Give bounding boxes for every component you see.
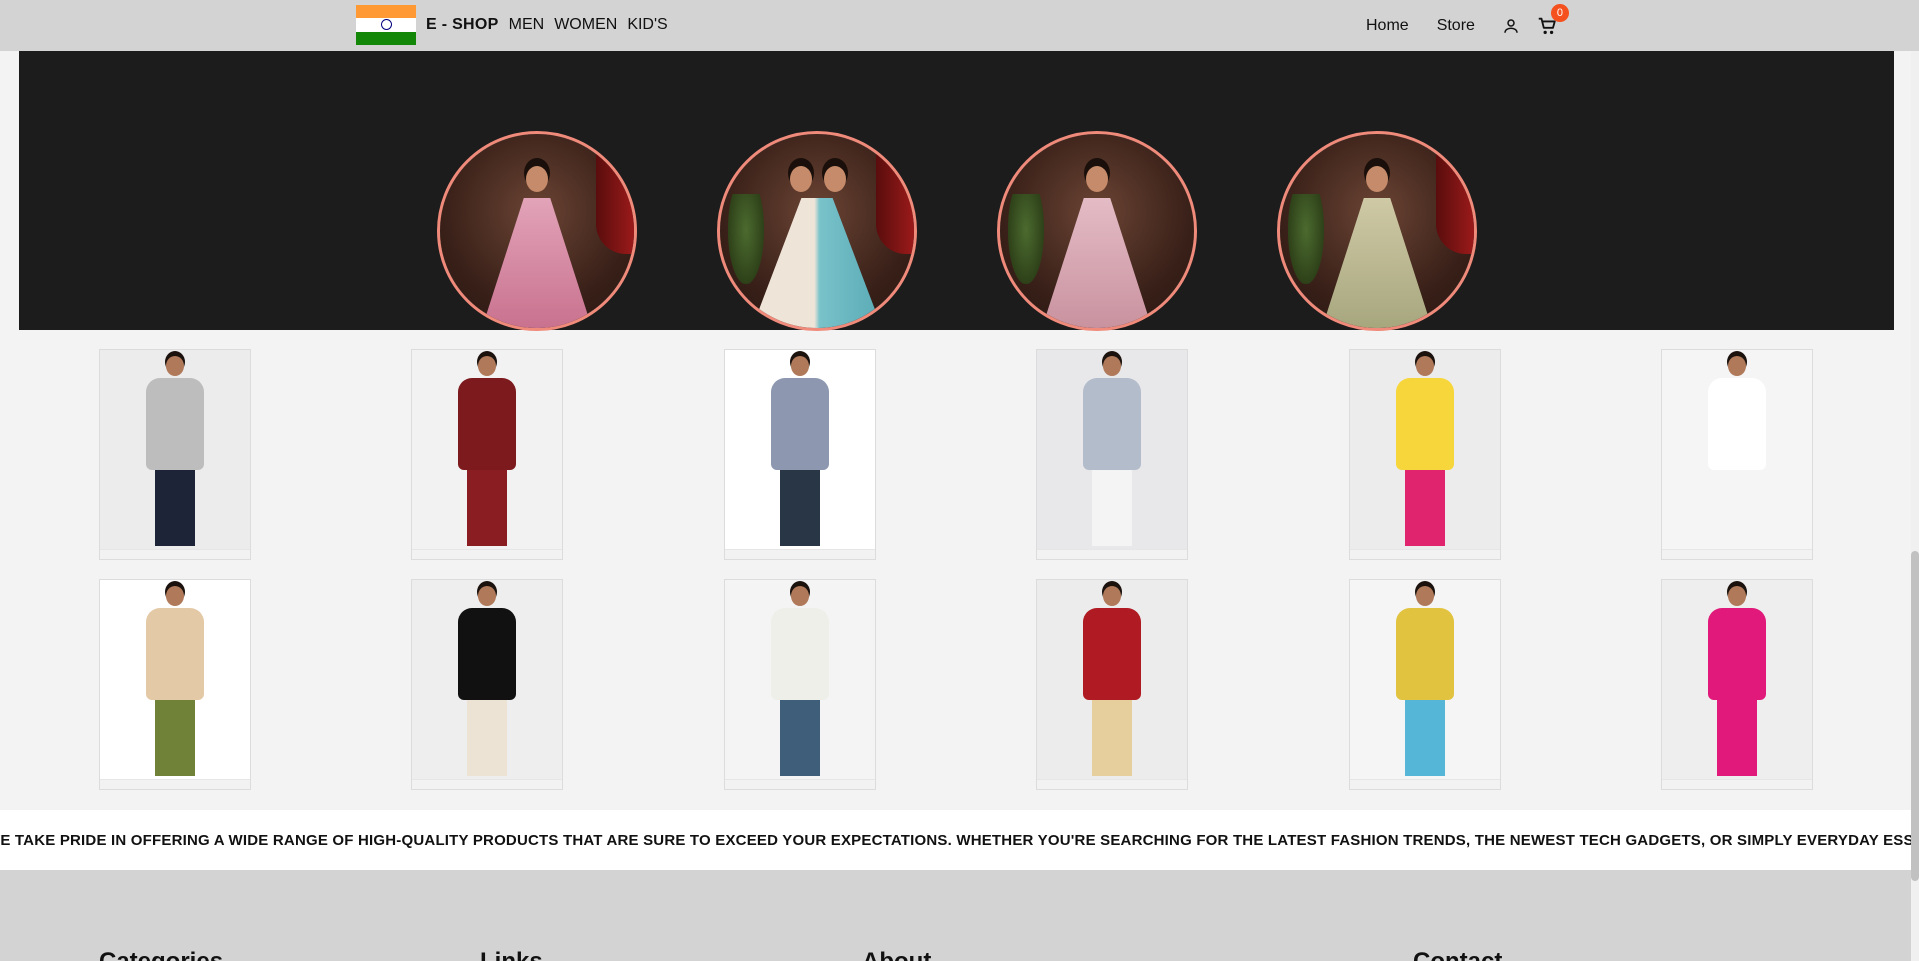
navbar: E - SHOP MEN WOMEN KID'S Home Store 0 (0, 0, 1919, 51)
nav-link-men[interactable]: MEN (509, 16, 545, 34)
product-card[interactable] (99, 579, 251, 790)
hero-circle-image-1[interactable] (437, 131, 637, 331)
product-image[interactable] (1350, 350, 1500, 550)
product-card[interactable] (1349, 579, 1501, 790)
page-scrollbar[interactable] (1911, 51, 1919, 961)
footer: Categories Links About Contact (0, 870, 1911, 961)
hero-circle-image-3[interactable] (997, 131, 1197, 331)
nav-link-kids[interactable]: KID'S (627, 16, 667, 34)
category-links: MEN WOMEN KID'S (509, 16, 668, 34)
india-flag-logo[interactable] (356, 5, 416, 45)
hero-banner (19, 51, 1894, 331)
nav-link-home[interactable]: Home (1366, 17, 1409, 35)
product-card[interactable] (1661, 349, 1813, 560)
product-image[interactable] (725, 580, 875, 780)
cart-count-badge: 0 (1550, 3, 1569, 22)
footer-heading-about: About (862, 948, 931, 961)
product-card[interactable] (411, 579, 563, 790)
ashoka-chakra-icon (380, 19, 392, 31)
product-card[interactable] (99, 349, 251, 560)
product-card[interactable] (724, 349, 876, 560)
product-image[interactable] (1350, 580, 1500, 780)
product-image[interactable] (412, 350, 562, 550)
footer-heading-links: Links (480, 948, 543, 961)
nav-link-women[interactable]: WOMEN (554, 16, 617, 34)
footer-heading-categories: Categories (99, 948, 223, 961)
product-card[interactable] (1349, 349, 1501, 560)
footer-heading-contact: Contact (1413, 948, 1502, 961)
product-image[interactable] (1037, 350, 1187, 550)
product-image[interactable] (100, 350, 250, 550)
marquee-band: WE TAKE PRIDE IN OFFERING A WIDE RANGE O… (0, 810, 1911, 870)
product-image[interactable] (1662, 350, 1812, 550)
product-card[interactable] (1036, 579, 1188, 790)
product-image[interactable] (1037, 580, 1187, 780)
marquee-text: WE TAKE PRIDE IN OFFERING A WIDE RANGE O… (0, 831, 1911, 849)
brand[interactable]: E - SHOP MEN WOMEN KID'S (356, 5, 668, 45)
brand-name[interactable]: E - SHOP (426, 16, 499, 34)
page: E - SHOP MEN WOMEN KID'S Home Store 0 WE… (0, 0, 1919, 961)
scrollbar-thumb[interactable] (1911, 551, 1919, 881)
nav-right: Home Store 0 (1366, 0, 1569, 51)
product-image[interactable] (725, 350, 875, 550)
nav-icons: 0 (1499, 3, 1569, 38)
nav-link-store[interactable]: Store (1437, 17, 1475, 35)
product-card[interactable] (1661, 579, 1813, 790)
product-card[interactable] (724, 579, 876, 790)
product-image[interactable] (1662, 580, 1812, 780)
cart-button[interactable]: 0 (1535, 3, 1569, 38)
product-card[interactable] (1036, 349, 1188, 560)
product-image[interactable] (412, 580, 562, 780)
product-image[interactable] (100, 580, 250, 780)
product-card[interactable] (411, 349, 563, 560)
user-icon[interactable] (1499, 14, 1523, 38)
hero-circle-image-2[interactable] (717, 131, 917, 331)
hero-circle-image-4[interactable] (1277, 131, 1477, 331)
